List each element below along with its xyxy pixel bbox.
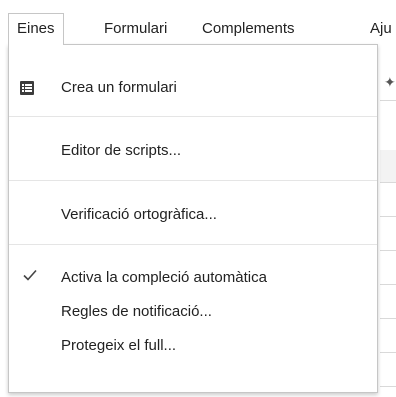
sheet-gridline <box>380 216 396 217</box>
sheet-gridline <box>380 284 396 285</box>
menu-bar: Eines Formulari Complements Aju <box>0 0 396 45</box>
menu-help[interactable]: Aju <box>370 13 392 45</box>
sheet-gridline <box>380 182 396 183</box>
menu-item-create-form[interactable]: Crea un formulari <box>9 71 377 105</box>
menu-item-label: Editor de scripts... <box>61 142 182 159</box>
toolbar-partial-icon: ✦ <box>384 74 396 90</box>
sheet-gridline <box>380 386 396 387</box>
menu-separator <box>9 180 377 181</box>
menu-addons[interactable]: Complements <box>202 13 295 45</box>
menu-tools[interactable]: Eines <box>8 13 64 45</box>
form-list-icon <box>19 80 35 96</box>
menu-item-notification-rules[interactable]: Regles de notificació... <box>9 295 377 329</box>
tools-dropdown-menu: Crea un formulari Editor de scripts... V… <box>8 44 378 393</box>
sheet-header-cell <box>380 150 396 182</box>
menu-item-label: Verificació ortogràfica... <box>61 206 217 223</box>
menu-item-label: Crea un formulari <box>61 79 177 96</box>
menu-separator <box>9 116 377 117</box>
menu-separator <box>9 244 377 245</box>
menu-item-spellcheck[interactable]: Verificació ortogràfica... <box>9 198 377 232</box>
sheet-gridline <box>380 352 396 353</box>
menu-item-script-editor[interactable]: Editor de scripts... <box>9 134 377 168</box>
checkmark-icon <box>23 268 37 284</box>
menu-item-autocomplete[interactable]: Activa la compleció automàtica <box>9 261 377 295</box>
menu-item-label: Protegeix el full... <box>61 337 177 354</box>
menu-item-label: Regles de notificació... <box>61 303 212 320</box>
menu-form[interactable]: Formulari <box>104 13 167 45</box>
menu-item-label: Activa la compleció automàtica <box>61 269 267 286</box>
sheet-gridline <box>380 100 396 101</box>
menu-item-protect-sheet[interactable]: Protegeix el full... <box>9 329 377 363</box>
sheet-gridline <box>380 318 396 319</box>
sheet-gridline <box>380 250 396 251</box>
